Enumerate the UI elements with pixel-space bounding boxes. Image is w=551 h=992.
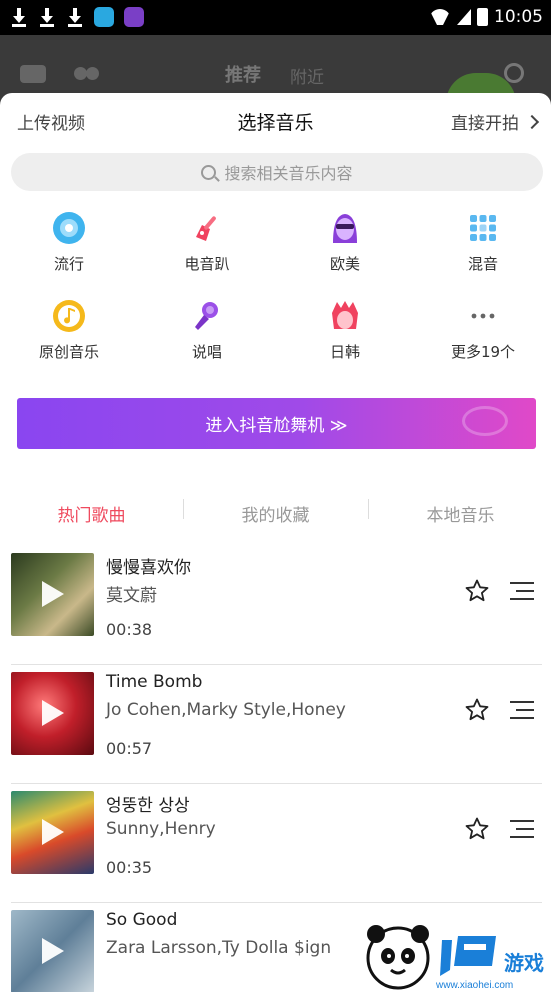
search-placeholder: 搜索相关音乐内容 <box>224 164 353 183</box>
disc-icon <box>52 211 86 245</box>
wifi-icon <box>429 9 451 25</box>
status-bar: 10:05 <box>0 0 551 35</box>
genre-jk[interactable]: 日韩 <box>276 299 414 362</box>
favorite-star-icon[interactable] <box>464 578 490 604</box>
song-artist: 莫文蔚 <box>106 586 157 606</box>
music-search-input[interactable]: 搜索相关音乐内容 <box>11 153 543 191</box>
banner-decoration <box>462 406 508 436</box>
genre-label: 混音 <box>467 255 498 273</box>
grid-dots-icon <box>466 211 500 245</box>
song-title: So Good <box>106 910 178 930</box>
play-icon <box>42 581 64 607</box>
album-cover[interactable] <box>11 672 94 755</box>
camera-icon <box>20 65 46 83</box>
song-artist: Sunny,Henry <box>106 819 216 839</box>
genre-more[interactable]: 更多19个 <box>414 299 551 362</box>
song-row[interactable]: Time Bomb Jo Cohen,Marky Style,Honey 00:… <box>0 665 551 784</box>
play-icon <box>42 938 64 964</box>
genre-edm[interactable]: 电音趴 <box>138 211 276 274</box>
song-title: 엉뚱한 상상 <box>106 796 190 816</box>
tab-nearby: 附近 <box>290 68 324 88</box>
genre-label: 电音趴 <box>184 255 230 273</box>
genre-label: 原创音乐 <box>38 343 99 361</box>
album-cover[interactable] <box>11 910 94 992</box>
svg-text:游戏: 游戏 <box>504 951 544 975</box>
anime-hair-icon <box>328 299 362 333</box>
microphone-icon <box>190 299 224 333</box>
app-notification-icon <box>94 7 114 27</box>
music-tabs: 热门歌曲 我的收藏 本地音乐 <box>0 493 551 533</box>
genre-label: 更多19个 <box>450 343 516 361</box>
favorite-star-icon[interactable] <box>464 697 490 723</box>
tab-favorites[interactable]: 我的收藏 <box>184 501 367 526</box>
song-title: Time Bomb <box>106 672 203 692</box>
music-picker-sheet: 上传视频 选择音乐 直接开拍 搜索相关音乐内容 流行 电音趴 欧美 混音 原创音… <box>0 93 551 992</box>
genre-rap[interactable]: 说唱 <box>138 299 276 362</box>
song-title: 慢慢喜欢你 <box>106 558 191 578</box>
notification-icons <box>10 7 144 27</box>
sunglasses-face-icon <box>328 211 362 245</box>
song-menu-icon[interactable] <box>510 700 534 720</box>
tab-local-music[interactable]: 本地音乐 <box>369 501 551 526</box>
song-duration: 00:57 <box>106 739 153 758</box>
site-watermark-logo: 游戏 www.xiaohei.com <box>366 925 544 991</box>
tab-recommend: 推荐 <box>225 65 261 86</box>
guitar-icon <box>190 211 224 245</box>
app-notification-icon <box>124 7 144 27</box>
direct-start-button[interactable]: 直接开拍 <box>451 109 540 134</box>
music-note-icon <box>52 299 86 333</box>
background-header: 推荐 附近 <box>0 35 551 113</box>
svg-text:www.xiaohei.com: www.xiaohei.com <box>435 980 513 991</box>
genre-pop[interactable]: 流行 <box>0 211 138 274</box>
dance-machine-banner[interactable]: 进入抖音尬舞机 ≫ <box>17 398 536 449</box>
download-icon <box>66 7 84 27</box>
favorite-star-icon[interactable] <box>464 816 490 842</box>
genre-original[interactable]: 原创音乐 <box>0 299 138 362</box>
play-icon <box>42 819 64 845</box>
song-row[interactable]: 慢慢喜欢你 莫文蔚 00:38 <box>0 546 551 665</box>
genre-western[interactable]: 欧美 <box>276 211 414 274</box>
genre-label: 欧美 <box>329 255 360 273</box>
genre-label: 日韩 <box>329 343 360 361</box>
more-dots-icon <box>466 299 500 333</box>
dual-dots-icon <box>74 67 100 81</box>
signal-icon <box>457 9 471 25</box>
battery-icon <box>477 8 488 26</box>
song-artist: Zara Larsson,Ty Dolla $ign <box>106 938 332 958</box>
download-icon <box>38 7 56 27</box>
sheet-header: 上传视频 选择音乐 直接开拍 <box>0 93 551 147</box>
song-artist: Jo Cohen,Marky Style,Honey <box>106 700 346 720</box>
song-duration: 00:38 <box>106 620 153 639</box>
album-cover[interactable] <box>11 553 94 636</box>
song-duration: 00:35 <box>106 858 153 877</box>
genre-remix[interactable]: 混音 <box>414 211 551 274</box>
song-menu-icon[interactable] <box>510 581 534 601</box>
download-icon <box>10 7 28 27</box>
chevron-right-icon <box>524 114 540 129</box>
tab-hot-songs[interactable]: 热门歌曲 <box>0 501 183 526</box>
search-icon <box>201 164 217 180</box>
status-time: 10:05 <box>494 7 543 27</box>
play-icon <box>42 700 64 726</box>
genre-label: 说唱 <box>191 343 222 361</box>
genre-label: 流行 <box>53 255 84 273</box>
banner-label: 进入抖音尬舞机 ≫ <box>205 416 348 436</box>
album-cover[interactable] <box>11 791 94 874</box>
search-icon <box>504 63 524 83</box>
direct-start-label: 直接开拍 <box>451 114 519 134</box>
song-menu-icon[interactable] <box>510 819 534 839</box>
song-row[interactable]: 엉뚱한 상상 Sunny,Henry 00:35 <box>0 784 551 903</box>
